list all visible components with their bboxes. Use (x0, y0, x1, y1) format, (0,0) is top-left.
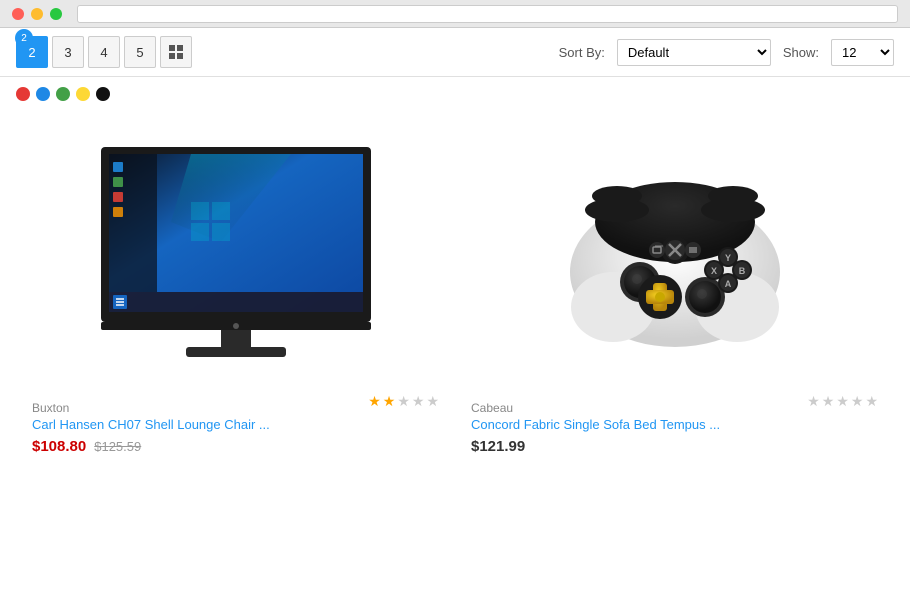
product-image-wrap-1[interactable] (32, 127, 439, 377)
sort-show-controls: Sort By: Default Price: Low to High Pric… (559, 39, 894, 66)
star-1-4: ★ (412, 393, 425, 410)
show-label: Show: (783, 45, 819, 60)
page-3-button[interactable]: 3 (52, 36, 84, 68)
star-1-3: ★ (397, 393, 410, 410)
color-filter-black[interactable] (96, 87, 110, 101)
color-filter-green[interactable] (56, 87, 70, 101)
star-2-5: ★ (865, 393, 878, 410)
product-image-wrap-2[interactable]: Y B X A (471, 127, 878, 377)
product-brand-2: Cabeau (471, 401, 513, 415)
page-2-button[interactable]: 2 2 (16, 36, 48, 68)
toolbar: 2 2 3 4 5 Sort By: Default Price: Low to… (0, 28, 910, 77)
price-original-1: $125.59 (94, 439, 141, 454)
product-title-1[interactable]: Carl Hansen CH07 Shell Lounge Chair ... (32, 417, 439, 432)
close-button[interactable] (12, 8, 24, 20)
price-current-1: $108.80 (32, 438, 86, 455)
product-meta-1: Buxton ★ ★ ★ ★ ★ (32, 389, 439, 415)
products-grid: Buxton ★ ★ ★ ★ ★ Carl Hansen CH07 Shell … (0, 111, 910, 471)
product-price-2: $121.99 (471, 438, 878, 455)
product-card-2: Y B X A Cabeau ★ (455, 111, 894, 471)
page-5-button[interactable]: 5 (124, 36, 156, 68)
address-bar[interactable] (77, 5, 898, 23)
color-filter-yellow[interactable] (76, 87, 90, 101)
minimize-button[interactable] (31, 8, 43, 20)
product-card-1: Buxton ★ ★ ★ ★ ★ Carl Hansen CH07 Shell … (16, 111, 455, 471)
svg-text:Y: Y (724, 253, 730, 263)
star-1-1: ★ (368, 393, 381, 410)
star-2-3: ★ (836, 393, 849, 410)
star-1-2: ★ (383, 393, 396, 410)
page-4-label: 4 (100, 45, 107, 60)
product-price-1: $108.80 $125.59 (32, 438, 439, 455)
maximize-button[interactable] (50, 8, 62, 20)
color-filter-blue[interactable] (36, 87, 50, 101)
page-3-label: 3 (64, 45, 71, 60)
grid-icon (169, 45, 183, 59)
star-2-1: ★ (807, 393, 820, 410)
product-rating-1: ★ ★ ★ ★ ★ (368, 393, 439, 410)
window-chrome (0, 0, 910, 28)
color-filter-row (0, 77, 910, 111)
price-single-2: $121.99 (471, 438, 525, 455)
svg-text:B: B (738, 266, 745, 276)
page-4-button[interactable]: 4 (88, 36, 120, 68)
page-5-label: 5 (136, 45, 143, 60)
product-image-monitor (91, 142, 381, 362)
grid-view-button[interactable] (160, 36, 192, 68)
svg-text:X: X (710, 266, 716, 276)
star-2-4: ★ (851, 393, 864, 410)
color-filter-red[interactable] (16, 87, 30, 101)
sort-by-label: Sort By: (559, 45, 605, 60)
product-meta-2: Cabeau ★ ★ ★ ★ ★ (471, 389, 878, 415)
page-badge: 2 (15, 29, 33, 47)
show-select[interactable]: 12 24 36 48 (831, 39, 894, 66)
sort-by-select[interactable]: Default Price: Low to High Price: High t… (617, 39, 771, 66)
product-image-controller: Y B X A (545, 142, 805, 362)
page-2-label: 2 (28, 45, 35, 60)
star-2-2: ★ (822, 393, 835, 410)
svg-text:A: A (724, 279, 731, 289)
star-1-5: ★ (426, 393, 439, 410)
product-brand-1: Buxton (32, 401, 69, 415)
product-title-2[interactable]: Concord Fabric Single Sofa Bed Tempus ..… (471, 417, 878, 432)
product-rating-2: ★ ★ ★ ★ ★ (807, 393, 878, 410)
